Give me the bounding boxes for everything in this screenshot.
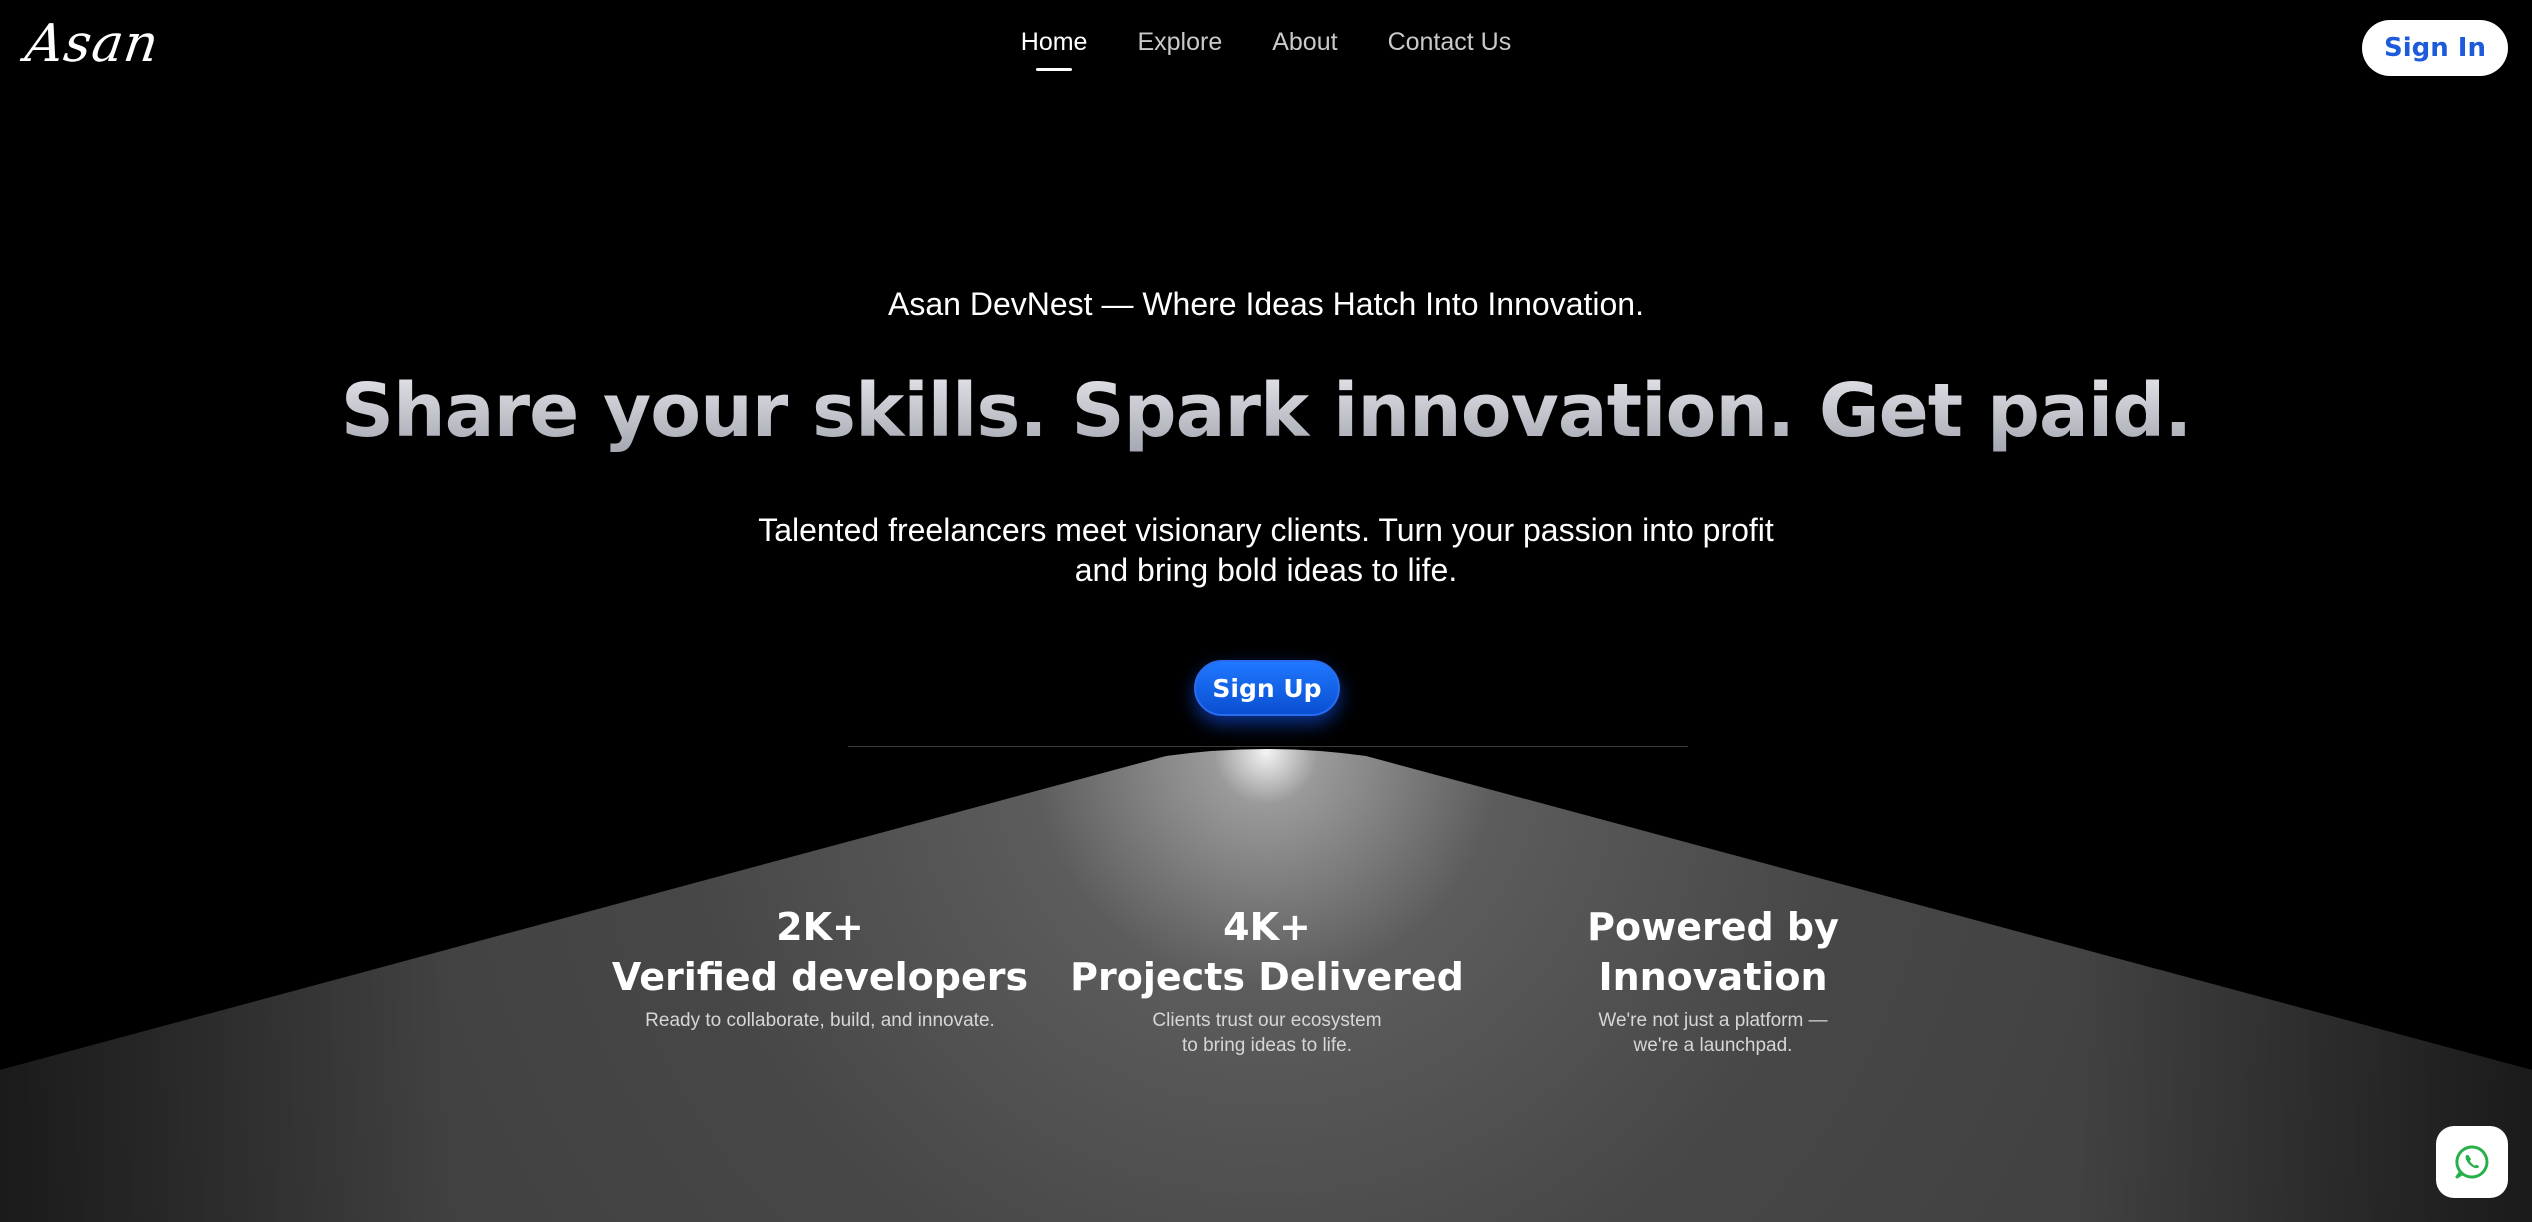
main-nav: Home Explore About Contact Us bbox=[0, 28, 2532, 71]
sign-up-button[interactable]: Sign Up bbox=[1194, 660, 1340, 716]
stat-label: Innovation bbox=[1598, 955, 1828, 999]
stat-description: Ready to collaborate, build, and innovat… bbox=[645, 1010, 995, 1031]
hero-subtext-line-2: and bring bold ideas to life. bbox=[1074, 552, 1458, 588]
sign-in-button[interactable]: Sign In bbox=[2362, 20, 2508, 76]
stat-value: 4K+ bbox=[1223, 905, 1311, 949]
nav-about[interactable]: About bbox=[1272, 28, 1337, 71]
hero-subtext-line-1: Talented freelancers meet visionary clie… bbox=[758, 512, 1774, 548]
stat-label: Verified developers bbox=[611, 955, 1029, 999]
hero-divider bbox=[848, 746, 1688, 747]
stat-description: Clients trust our ecosystem to bring ide… bbox=[1152, 1010, 1382, 1056]
whatsapp-icon bbox=[2455, 1145, 2489, 1179]
stat-label: Projects Delivered bbox=[1070, 955, 1464, 999]
nav-contact-us[interactable]: Contact Us bbox=[1388, 28, 1512, 71]
stat-developers: 2K+ Verified developers Ready to collabo… bbox=[600, 902, 1040, 1033]
stat-value: 2K+ bbox=[776, 905, 864, 949]
stat-description: We're not just a platform — we're a laun… bbox=[1598, 1010, 1828, 1056]
stat-innovation: Powered by Innovation We're not just a p… bbox=[1520, 902, 1906, 1058]
hero-subtext: Talented freelancers meet visionary clie… bbox=[716, 510, 1816, 590]
whatsapp-chat-button[interactable] bbox=[2436, 1126, 2508, 1198]
stat-projects: 4K+ Projects Delivered Clients trust our… bbox=[1052, 902, 1482, 1058]
page: Asan Home Explore About Contact Us Sign … bbox=[0, 0, 2532, 1222]
nav-explore[interactable]: Explore bbox=[1137, 28, 1222, 71]
stat-value: Powered by bbox=[1587, 905, 1839, 949]
hero-tagline: Asan DevNest — Where Ideas Hatch Into In… bbox=[888, 286, 1644, 322]
nav-home[interactable]: Home bbox=[1021, 28, 1088, 71]
hero-headline: Share your skills. Spark innovation. Get… bbox=[0, 368, 2532, 454]
